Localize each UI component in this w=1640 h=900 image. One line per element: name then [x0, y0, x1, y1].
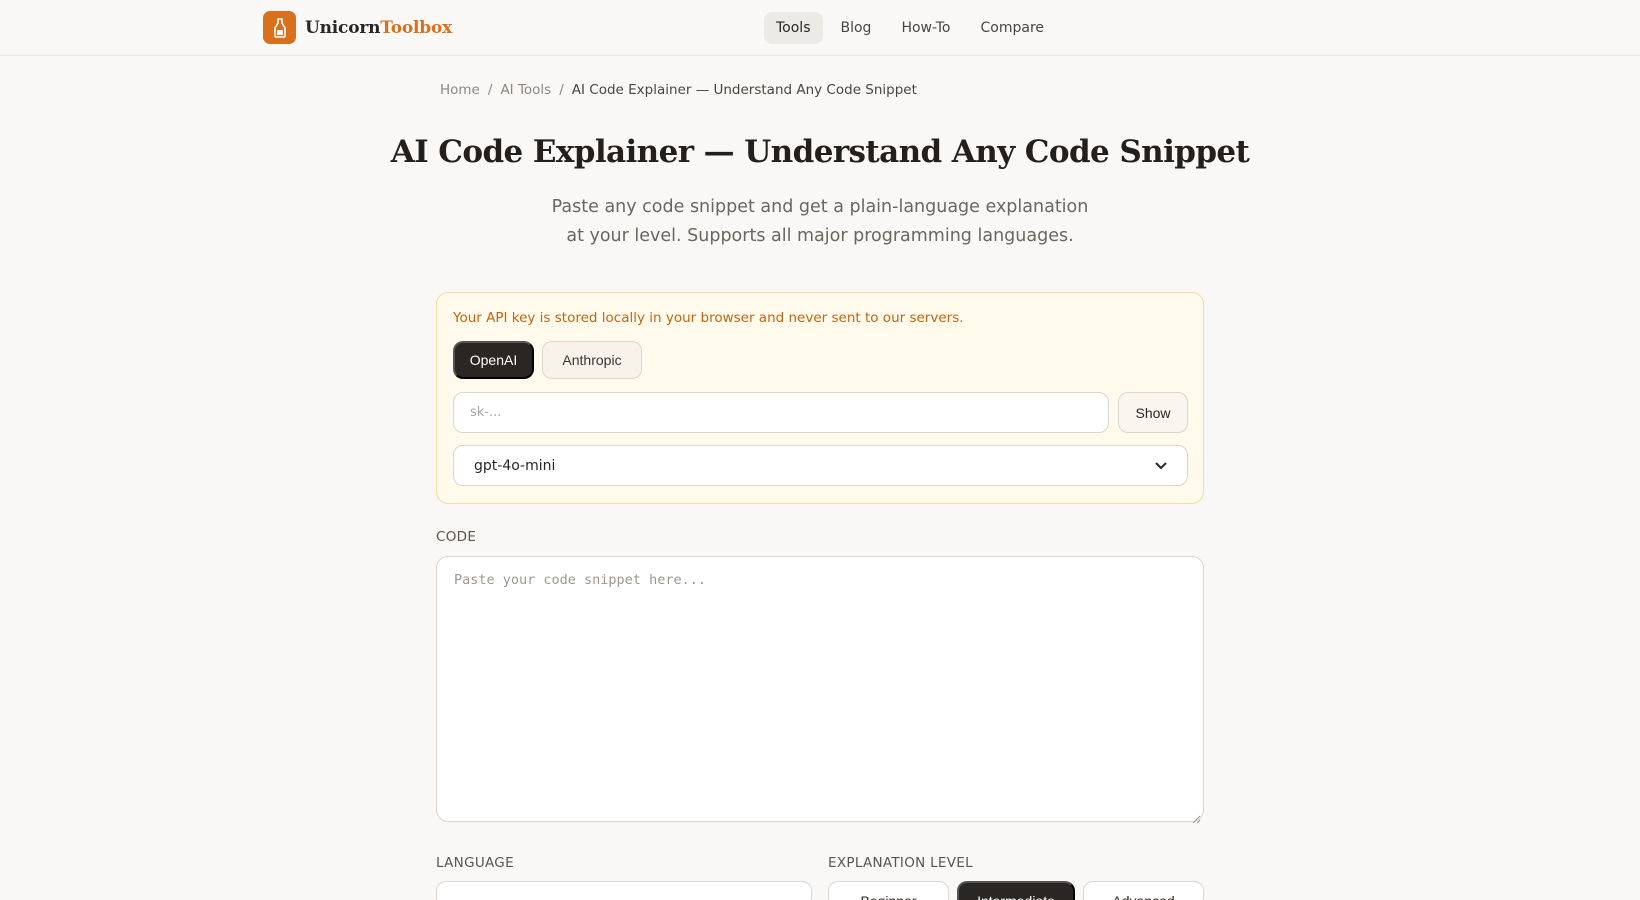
model-select-value: gpt-4o-mini: [474, 457, 556, 474]
brand-name-part2: Toolbox: [380, 17, 453, 38]
nav-blog[interactable]: Blog: [829, 12, 884, 44]
breadcrumb-ai-tools[interactable]: AI Tools: [500, 82, 551, 98]
breadcrumb-separator: /: [487, 82, 493, 98]
level-advanced-button[interactable]: Advanced: [1083, 881, 1204, 900]
page-subtitle: Paste any code snippet and get a plain-l…: [0, 193, 1640, 251]
api-key-placeholder: sk-...: [470, 405, 502, 420]
nav-tools[interactable]: Tools: [764, 12, 823, 44]
brand-logo[interactable]: UnicornToolbox: [263, 11, 452, 44]
api-key-input[interactable]: sk-...: [453, 392, 1109, 433]
resize-handle-icon[interactable]: [1191, 809, 1201, 824]
breadcrumb-current: AI Code Explainer — Understand Any Code …: [571, 82, 917, 98]
chevron-down-icon: [1155, 458, 1167, 474]
model-select[interactable]: gpt-4o-mini: [453, 445, 1188, 486]
bottle-icon: [263, 11, 296, 44]
subtitle-line-2: at your level. Supports all major progra…: [566, 226, 1074, 246]
breadcrumb-separator: /: [559, 82, 564, 98]
show-key-button[interactable]: Show: [1118, 392, 1188, 433]
brand-name: UnicornToolbox: [305, 18, 452, 38]
language-label: LANGUAGE: [436, 855, 514, 871]
api-key-notice: Your API key is stored locally in your b…: [453, 310, 964, 326]
provider-anthropic-button[interactable]: Anthropic: [542, 341, 642, 379]
explanation-level-label: EXPLANATION LEVEL: [828, 855, 973, 871]
api-key-panel: Your API key is stored locally in your b…: [436, 292, 1204, 504]
level-intermediate-button[interactable]: Intermediate: [957, 881, 1075, 900]
top-navbar: UnicornToolbox Tools Blog How-To Compare: [0, 0, 1640, 56]
provider-openai-button[interactable]: OpenAI: [453, 341, 534, 379]
page-title: AI Code Explainer — Understand Any Code …: [390, 134, 1250, 170]
breadcrumb-home[interactable]: Home: [440, 82, 480, 98]
language-select[interactable]: [436, 881, 812, 900]
nav-compare[interactable]: Compare: [969, 12, 1057, 44]
code-label: CODE: [436, 529, 477, 545]
breadcrumb: Home / AI Tools / AI Code Explainer — Un…: [440, 82, 917, 98]
subtitle-line-1: Paste any code snippet and get a plain-l…: [551, 197, 1089, 217]
code-placeholder: Paste your code snippet here...: [454, 572, 706, 588]
code-textarea[interactable]: Paste your code snippet here...: [436, 556, 1204, 824]
brand-name-part1: Unicorn: [305, 17, 381, 38]
main-nav: Tools Blog How-To Compare: [764, 12, 1056, 44]
level-beginner-button[interactable]: Beginner: [828, 881, 949, 900]
nav-how-to[interactable]: How-To: [889, 12, 962, 44]
